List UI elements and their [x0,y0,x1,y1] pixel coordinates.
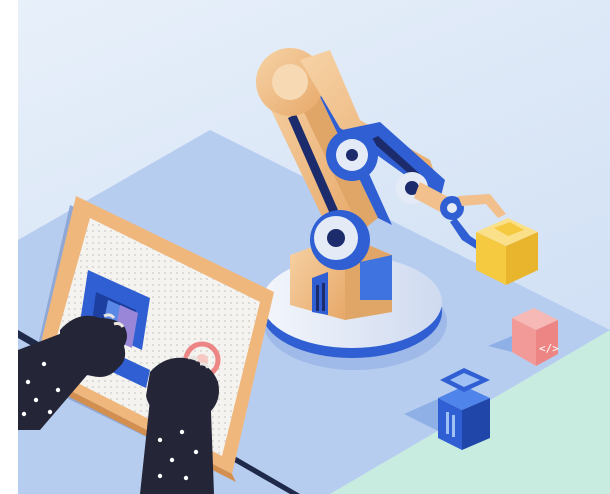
box-stripe [452,415,455,437]
pedestal-blue-panel [360,255,392,300]
box-stripe [446,412,449,434]
gripper-hub-inner [447,203,457,213]
hand-dot [157,437,163,443]
hand-dot [25,379,31,385]
hand-dot [169,457,175,463]
robot-arm-illustration: </> [0,0,610,494]
hand-dot [47,409,53,415]
hand-dot [21,411,27,417]
hand-dot [193,449,199,455]
pedestal-line [322,283,325,311]
hand-dot [157,473,163,479]
code-glyph: </> [539,342,559,355]
mid-joint-inner [346,149,358,161]
hand-dot [33,397,39,403]
frame-edge [0,0,18,494]
hand-dot [41,361,47,367]
hand-dot [183,475,189,481]
hand-dot [179,429,185,435]
pedestal-slot [312,272,328,315]
hand-dot [55,387,61,393]
pedestal-line [316,285,319,311]
elbow-joint-inner [272,64,308,100]
shoulder-joint-inner [327,229,345,247]
